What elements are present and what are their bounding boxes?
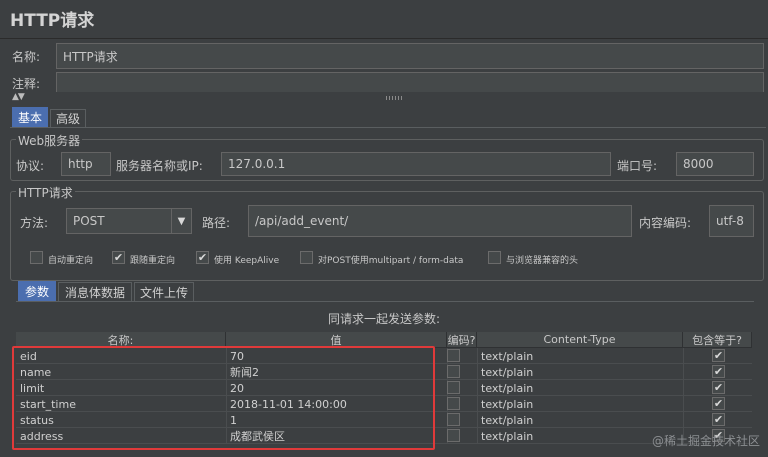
checkmark-icon: ✔	[713, 365, 724, 378]
port-label: 端口号:	[617, 159, 658, 173]
chevron-down-icon[interactable]: ▼	[171, 209, 191, 233]
include-equals-checkbox[interactable]: ✔	[712, 413, 725, 426]
splitter-arrows-icon[interactable]: ▲▼	[12, 92, 25, 102]
encode-checkbox[interactable]	[447, 397, 460, 410]
encode-checkbox[interactable]	[447, 413, 460, 426]
protocol-field[interactable]: http	[61, 152, 111, 176]
encoding-field[interactable]: utf-8	[709, 205, 754, 237]
panel-title: HTTP请求	[10, 11, 95, 31]
tab-divider	[10, 127, 766, 128]
follow-redirect-label: 跟随重定向	[130, 256, 176, 266]
method-select-value: POST	[73, 214, 105, 228]
param-content-type[interactable]: text/plain	[477, 348, 683, 364]
column-header-encode[interactable]: 编码?	[447, 332, 477, 348]
encoding-label: 内容编码:	[639, 216, 692, 230]
title-divider	[0, 38, 768, 39]
keepalive-label: 使用 KeepAlive	[214, 256, 280, 266]
path-field[interactable]: /api/add_event/	[248, 205, 632, 237]
param-content-type[interactable]: text/plain	[477, 380, 683, 396]
encode-checkbox[interactable]	[447, 381, 460, 394]
tab-advanced[interactable]: 高级	[50, 109, 86, 127]
auto-redirect-checkbox[interactable]	[30, 251, 43, 264]
param-content-type[interactable]: text/plain	[477, 412, 683, 428]
encode-checkbox[interactable]	[447, 349, 460, 362]
multipart-checkbox[interactable]	[300, 251, 313, 264]
highlight-box	[12, 346, 435, 450]
web-server-group-title: Web服务器	[16, 132, 83, 149]
name-label: 名称:	[12, 50, 41, 64]
tab-file-upload[interactable]: 文件上传	[134, 282, 194, 301]
tab-body-data[interactable]: 消息体数据	[58, 282, 132, 301]
comment-label: 注释:	[12, 77, 41, 91]
follow-redirect-checkbox[interactable]: ✔	[112, 251, 125, 264]
comment-field[interactable]	[56, 72, 764, 92]
param-content-type[interactable]: text/plain	[477, 364, 683, 380]
checkmark-icon: ✔	[713, 381, 724, 394]
checkmark-icon: ✔	[113, 251, 124, 264]
splitter[interactable]	[0, 93, 768, 103]
method-select[interactable]: POST ▼	[66, 208, 192, 234]
encode-checkbox[interactable]	[447, 365, 460, 378]
host-field[interactable]: 127.0.0.1	[221, 152, 611, 176]
browser-headers-checkbox[interactable]	[488, 251, 501, 264]
include-equals-checkbox[interactable]: ✔	[712, 349, 725, 362]
tab-parameters[interactable]: 参数	[18, 281, 56, 301]
include-equals-checkbox[interactable]: ✔	[712, 381, 725, 394]
encode-checkbox[interactable]	[447, 429, 460, 442]
host-label: 服务器名称或IP:	[116, 159, 203, 173]
checkmark-icon: ✔	[713, 349, 724, 362]
keepalive-checkbox[interactable]: ✔	[196, 251, 209, 264]
checkmark-icon: ✔	[713, 397, 724, 410]
column-header-include-equals[interactable]: 包含等于?	[683, 332, 752, 348]
subtab-divider	[16, 301, 754, 302]
name-field[interactable]: HTTP请求	[56, 43, 764, 69]
checkmark-icon: ✔	[197, 251, 208, 264]
include-equals-checkbox[interactable]: ✔	[712, 365, 725, 378]
params-caption: 同请求一起发送参数:	[327, 312, 441, 326]
include-equals-checkbox[interactable]: ✔	[712, 397, 725, 410]
checkmark-icon: ✔	[713, 413, 724, 426]
auto-redirect-label: 自动重定向	[48, 256, 94, 266]
path-label: 路径:	[202, 216, 231, 230]
tab-basic[interactable]: 基本	[12, 107, 48, 127]
param-content-type[interactable]: text/plain	[477, 396, 683, 412]
column-header-content-type[interactable]: Content-Type	[477, 332, 683, 348]
watermark: @稀土掘金技术社区	[651, 434, 760, 448]
port-field[interactable]: 8000	[676, 152, 754, 176]
protocol-label: 协议:	[16, 159, 45, 173]
multipart-label: 对POST使用multipart / form-data	[318, 256, 464, 266]
http-request-group-title: HTTP请求	[16, 184, 75, 201]
browser-headers-label: 与浏览器兼容的头	[506, 256, 579, 266]
splitter-grip-icon[interactable]	[386, 96, 402, 100]
method-label: 方法:	[20, 216, 49, 230]
